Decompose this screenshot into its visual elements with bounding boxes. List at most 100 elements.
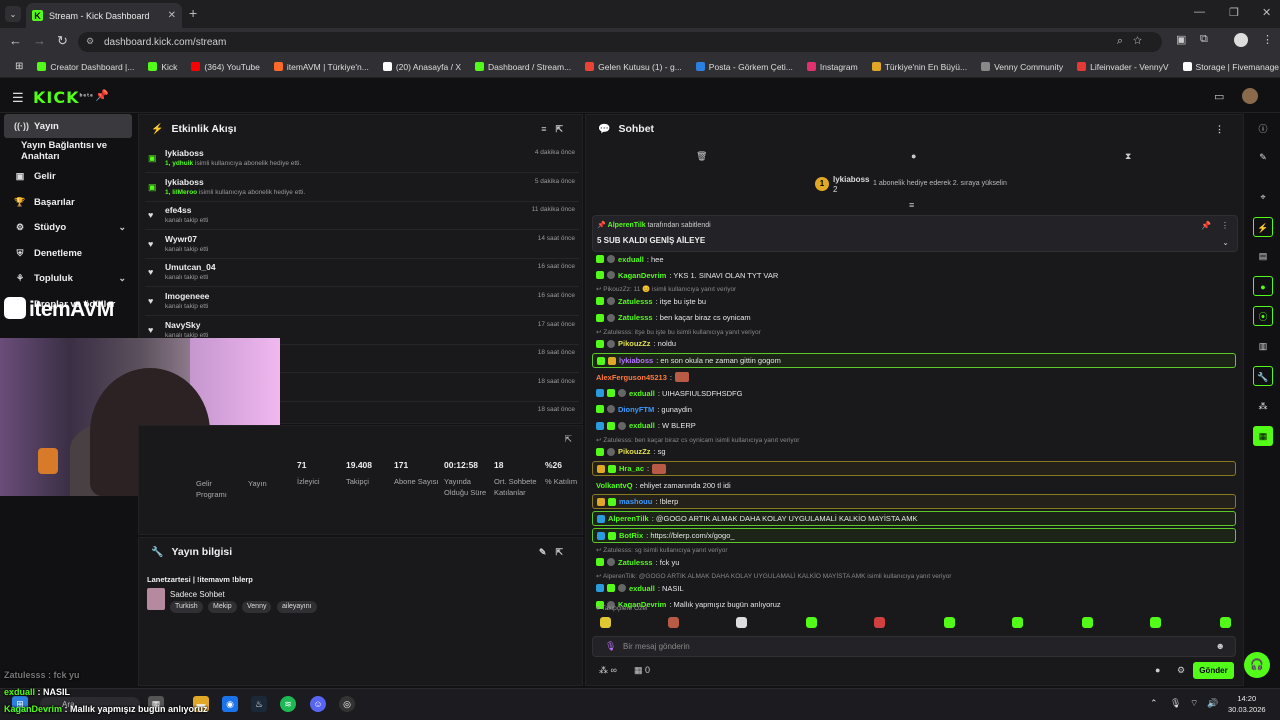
- close-window-icon[interactable]: ✕: [1262, 6, 1271, 19]
- sidebar-item-denetleme[interactable]: ⛨ Denetleme: [4, 241, 132, 265]
- wifi-icon[interactable]: ⌔: [1190, 698, 1198, 709]
- activity-event[interactable]: ♥ efe4ss kanalı takip etti 11 dakika önce: [145, 202, 579, 231]
- chat-message[interactable]: mashouu: !blerp: [592, 494, 1236, 510]
- chat-username[interactable]: exduall: [629, 584, 655, 593]
- chat-message[interactable]: Hra_ac:: [592, 461, 1236, 476]
- chat-message[interactable]: exduall: hee: [592, 252, 1236, 266]
- unpin-icon[interactable]: 📌: [1201, 221, 1211, 230]
- chat-message[interactable]: PikouzZz: noldu: [592, 337, 1236, 351]
- apps-grid-icon[interactable]: ⊞: [8, 61, 30, 72]
- bookmark-item[interactable]: Dashboard / Stream...: [468, 62, 578, 72]
- activity-event[interactable]: ▣ lykiaboss 1, ydhuik isimli kullanıcıya a…: [145, 145, 579, 173]
- microphone-icon[interactable]: 🎙: [605, 637, 616, 656]
- chat-message[interactable]: exduall: UIHASFIULSDFHSDFG: [592, 386, 1236, 400]
- studio-header-icon[interactable]: ▭: [1214, 90, 1224, 103]
- chat-username[interactable]: exduall: [618, 255, 644, 264]
- chat-message[interactable]: KaganDevrim: YKS 1. SINAVI OLAN TYT VAR: [592, 268, 1236, 282]
- bookmark-item[interactable]: Posta - Görkem Çeti...: [689, 62, 800, 72]
- popout-icon[interactable]: ⇱: [564, 434, 572, 445]
- edit-popout-icons[interactable]: ✎⇱: [539, 547, 572, 558]
- chat-username[interactable]: Zatulesss: [618, 558, 653, 567]
- chevron-down-icon[interactable]: ⌄: [1222, 238, 1229, 247]
- sidebar-item-gelir[interactable]: ▣ Gelir: [4, 164, 132, 188]
- layers-icon[interactable]: ▥: [1253, 336, 1273, 356]
- emote-icon[interactable]: [806, 617, 817, 628]
- chat-menu-icon[interactable]: ⋮: [1215, 124, 1233, 135]
- bookmark-item[interactable]: (20) Anasayfa / X: [376, 62, 468, 72]
- chat-message[interactable]: exduall: NASIL: [592, 581, 1236, 595]
- lightning-icon[interactable]: ⚡: [1253, 217, 1273, 237]
- bookmark-item[interactable]: Türkiye'nin En Büyü...: [865, 62, 974, 72]
- discord-icon[interactable]: ☺: [310, 696, 326, 712]
- chat-message[interactable]: PikouzZz: sg: [592, 445, 1236, 459]
- tag[interactable]: Venny: [242, 601, 272, 613]
- new-tab-icon[interactable]: +: [189, 5, 197, 21]
- chat-username[interactable]: exduall: [629, 421, 655, 430]
- chat-username[interactable]: KaganDevrim: [618, 271, 666, 280]
- bookmark-item[interactable]: Creator Dashboard |...: [30, 62, 141, 72]
- close-tab-icon[interactable]: ✕: [168, 10, 176, 21]
- emote-icon[interactable]: [736, 617, 747, 628]
- profile-avatar[interactable]: [1234, 33, 1248, 47]
- tag[interactable]: Mekip: [208, 601, 237, 613]
- sidebar-item-topluluk[interactable]: ⚘ Topluluk ⌄: [4, 266, 132, 290]
- slow-mode-icon[interactable]: ⧗: [1125, 151, 1131, 162]
- emote-icon[interactable]: [944, 617, 955, 628]
- activity-event[interactable]: ♥ Wywr07 kanalı takip etti 14 saat önce: [145, 231, 579, 259]
- collapse-icon[interactable]: ≡: [909, 200, 914, 210]
- emoji-icon[interactable]: ☻: [1216, 637, 1225, 656]
- forward-icon[interactable]: →: [33, 33, 46, 48]
- taskbar-clock[interactable]: 14:20 30.03.2026: [1228, 693, 1266, 715]
- chat-username[interactable]: DionyFTM: [618, 405, 654, 414]
- site-info-icon[interactable]: ⚙: [86, 36, 94, 47]
- browser-tab[interactable]: K Stream - Kick Dashboard ✕: [26, 3, 182, 28]
- reload-icon[interactable]: ↻: [57, 33, 68, 49]
- bookmark-item[interactable]: itemAVM | Türkiye'n...: [267, 62, 376, 72]
- chat-message[interactable]: VolkantvQ: ehliyet zamanında 200 tl idi: [592, 478, 1236, 492]
- emote-icon[interactable]: [1082, 617, 1093, 628]
- broadcast-icon[interactable]: ⦿: [1253, 306, 1273, 326]
- tag[interactable]: aileyayını: [277, 601, 317, 613]
- chat-message[interactable]: Zatulesss: fck yu: [592, 555, 1236, 569]
- chat-username[interactable]: mashouu: [619, 497, 652, 506]
- edit-icon[interactable]: ✎: [1253, 147, 1273, 167]
- chat-message[interactable]: Zatulesss: ben kaçar biraz cs oynicam: [592, 311, 1236, 325]
- info-icon[interactable]: ⓘ: [1253, 119, 1273, 139]
- chat-username[interactable]: PikouzZz: [618, 339, 651, 348]
- activity-event[interactable]: ▣ lykiaboss 1, lilMeroo isimli kullanıcıya…: [145, 174, 579, 202]
- chat-message[interactable]: exduall: W BLERP: [592, 419, 1236, 433]
- chat-message[interactable]: AlexFerguson45213:: [592, 370, 1236, 384]
- support-chat-button[interactable]: 🎧: [1244, 652, 1270, 678]
- bookmark-item[interactable]: Venny Community: [974, 62, 1070, 72]
- hamburger-menu-icon[interactable]: ☰: [12, 90, 24, 106]
- microphone-tray-icon[interactable]: 🎙: [1170, 698, 1181, 709]
- bookmark-item[interactable]: (364) YouTube: [184, 62, 266, 72]
- chat-username[interactable]: BotRix: [619, 531, 643, 540]
- chat-username[interactable]: PikouzZz: [618, 447, 651, 456]
- browser-menu-icon[interactable]: ⋮: [1262, 33, 1273, 46]
- steam-icon[interactable]: ♨: [251, 696, 267, 712]
- emote-icon[interactable]: [1150, 617, 1161, 628]
- extension-icon[interactable]: ▣: [1176, 33, 1186, 46]
- notes-icon[interactable]: ▤: [1253, 246, 1273, 266]
- emote-icon[interactable]: [600, 617, 611, 628]
- back-icon[interactable]: ←: [9, 33, 22, 48]
- tray-chevron-icon[interactable]: ⌃: [1150, 698, 1158, 709]
- sidebar-item-basarilar[interactable]: 🏆 Başarılar: [4, 190, 132, 214]
- share-icon[interactable]: ⁂: [1253, 396, 1273, 416]
- emote-icon[interactable]: [874, 617, 885, 628]
- emote-icon[interactable]: [668, 617, 679, 628]
- user-avatar[interactable]: [1242, 88, 1258, 104]
- sidebar-item-yayin[interactable]: ((·)) Yayın: [4, 114, 132, 138]
- chat-message[interactable]: DionyFTM: gunaydin: [592, 402, 1236, 416]
- chat-username[interactable]: exduall: [629, 389, 655, 398]
- chat-message[interactable]: lykiaboss: en son okula ne zaman gittin …: [592, 353, 1236, 368]
- chat-mode-icon[interactable]: ●: [911, 151, 916, 161]
- pinned-menu-icon[interactable]: ⋮: [1221, 221, 1229, 230]
- volume-icon[interactable]: 🔊: [1207, 698, 1218, 709]
- tab-search-icon[interactable]: ⌄: [5, 6, 21, 22]
- chat-username[interactable]: VolkantvQ: [596, 481, 633, 490]
- chat-username[interactable]: Zatulesss: [618, 313, 653, 322]
- sidebar-item-stream-key[interactable]: Yayın Bağlantısı ve Anahtarı: [4, 139, 132, 163]
- kick-logo[interactable]: KICKbeta: [33, 88, 94, 107]
